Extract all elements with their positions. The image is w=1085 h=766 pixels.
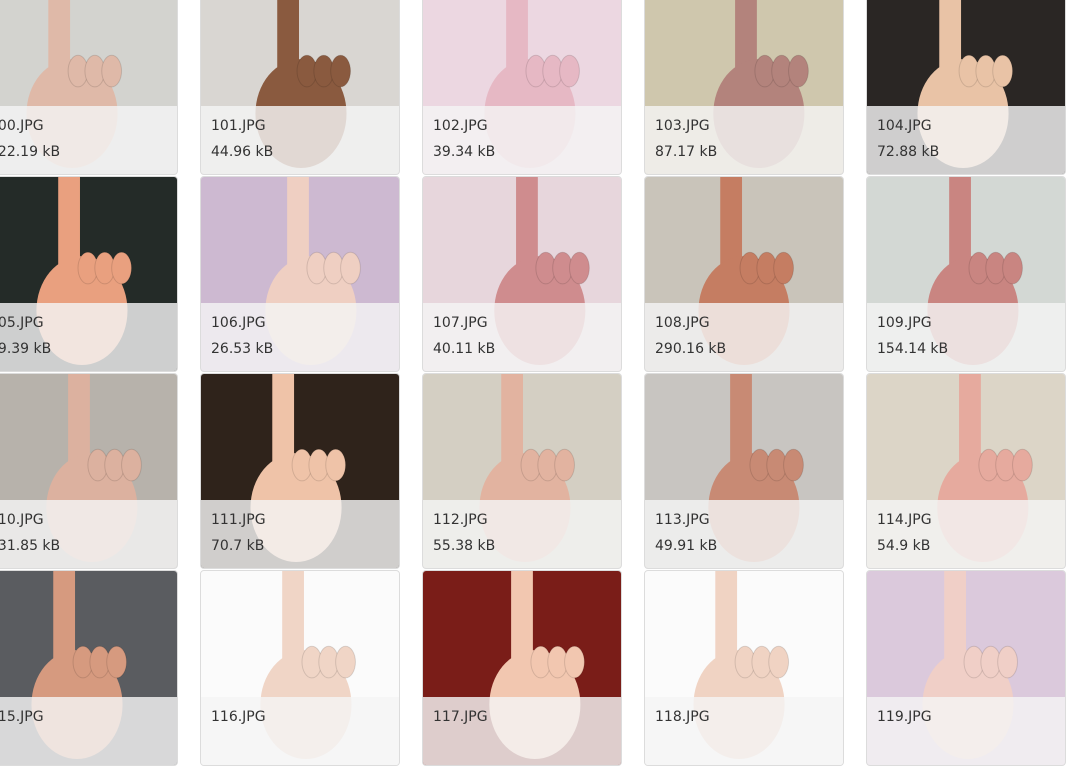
gallery-tile[interactable]: 112.JPG 55.38 kB	[422, 373, 622, 569]
file-size: 154.14 kB	[877, 341, 949, 357]
file-name: 104.JPG	[877, 118, 932, 134]
tile-caption: 115.JPG	[0, 697, 177, 765]
file-size: 231.85 kB	[0, 538, 61, 554]
file-name: 115.JPG	[0, 709, 44, 725]
gallery-tile[interactable]: 102.JPG 39.34 kB	[422, 0, 622, 175]
file-name: 100.JPG	[0, 118, 44, 134]
file-size: 40.11 kB	[433, 341, 496, 357]
gallery-tile[interactable]: 115.JPG	[0, 570, 178, 766]
tile-caption: 114.JPG 54.9 kB	[867, 500, 1065, 568]
tile-caption: 112.JPG 55.38 kB	[423, 500, 621, 568]
tile-caption: 103.JPG 87.17 kB	[645, 106, 843, 174]
tile-caption: 110.JPG 231.85 kB	[0, 500, 177, 568]
gallery-tile[interactable]: 119.JPG	[866, 570, 1066, 766]
file-size: 44.96 kB	[211, 144, 274, 160]
gallery-tile[interactable]: 106.JPG 26.53 kB	[200, 176, 400, 372]
gallery-tile[interactable]: 101.JPG 44.96 kB	[200, 0, 400, 175]
file-name: 112.JPG	[433, 512, 488, 528]
gallery-tile[interactable]: 117.JPG	[422, 570, 622, 766]
tile-caption: 105.JPG 79.39 kB	[0, 303, 177, 371]
gallery-tile[interactable]: 118.JPG	[644, 570, 844, 766]
file-size: 87.17 kB	[655, 144, 718, 160]
tile-caption: 101.JPG 44.96 kB	[201, 106, 399, 174]
file-size: 26.53 kB	[211, 341, 274, 357]
file-name: 102.JPG	[433, 118, 488, 134]
file-name: 106.JPG	[211, 315, 266, 331]
gallery-tile[interactable]: 110.JPG 231.85 kB	[0, 373, 178, 569]
tile-caption: 119.JPG	[867, 697, 1065, 765]
file-size: 39.34 kB	[433, 144, 496, 160]
file-name: 105.JPG	[0, 315, 44, 331]
tile-caption: 118.JPG	[645, 697, 843, 765]
file-name: 118.JPG	[655, 709, 710, 725]
tile-caption: 107.JPG 40.11 kB	[423, 303, 621, 371]
file-name: 111.JPG	[211, 512, 266, 528]
tile-caption: 106.JPG 26.53 kB	[201, 303, 399, 371]
tile-caption: 102.JPG 39.34 kB	[423, 106, 621, 174]
tile-caption: 117.JPG	[423, 697, 621, 765]
gallery-tile[interactable]: 116.JPG	[200, 570, 400, 766]
tile-caption: 109.JPG 154.14 kB	[867, 303, 1065, 371]
file-name: 103.JPG	[655, 118, 710, 134]
file-size: 222.19 kB	[0, 144, 61, 160]
file-name: 107.JPG	[433, 315, 488, 331]
file-name: 114.JPG	[877, 512, 932, 528]
file-name: 101.JPG	[211, 118, 266, 134]
tile-caption: 116.JPG	[201, 697, 399, 765]
file-size: 49.91 kB	[655, 538, 718, 554]
gallery-tile[interactable]: 114.JPG 54.9 kB	[866, 373, 1066, 569]
file-size: 79.39 kB	[0, 341, 52, 357]
gallery-tile[interactable]: 107.JPG 40.11 kB	[422, 176, 622, 372]
file-name: 116.JPG	[211, 709, 266, 725]
file-name: 113.JPG	[655, 512, 710, 528]
gallery-tile[interactable]: 113.JPG 49.91 kB	[644, 373, 844, 569]
file-name: 109.JPG	[877, 315, 932, 331]
file-size: 70.7 kB	[211, 538, 265, 554]
tile-caption: 104.JPG 72.88 kB	[867, 106, 1065, 174]
gallery-tile[interactable]: 109.JPG 154.14 kB	[866, 176, 1066, 372]
tile-caption: 111.JPG 70.7 kB	[201, 500, 399, 568]
tile-caption: 100.JPG 222.19 kB	[0, 106, 177, 174]
gallery-tile[interactable]: 104.JPG 72.88 kB	[866, 0, 1066, 175]
gallery-tile[interactable]: 111.JPG 70.7 kB	[200, 373, 400, 569]
file-name: 108.JPG	[655, 315, 710, 331]
gallery-tile[interactable]: 103.JPG 87.17 kB	[644, 0, 844, 175]
file-name: 119.JPG	[877, 709, 932, 725]
file-size: 72.88 kB	[877, 144, 940, 160]
gallery-tile[interactable]: 105.JPG 79.39 kB	[0, 176, 178, 372]
tile-caption: 113.JPG 49.91 kB	[645, 500, 843, 568]
file-size: 55.38 kB	[433, 538, 496, 554]
file-size: 54.9 kB	[877, 538, 931, 554]
file-name: 117.JPG	[433, 709, 488, 725]
tile-caption: 108.JPG 290.16 kB	[645, 303, 843, 371]
file-name: 110.JPG	[0, 512, 44, 528]
gallery-tile[interactable]: 100.JPG 222.19 kB	[0, 0, 178, 175]
gallery-tile[interactable]: 108.JPG 290.16 kB	[644, 176, 844, 372]
file-size: 290.16 kB	[655, 341, 727, 357]
